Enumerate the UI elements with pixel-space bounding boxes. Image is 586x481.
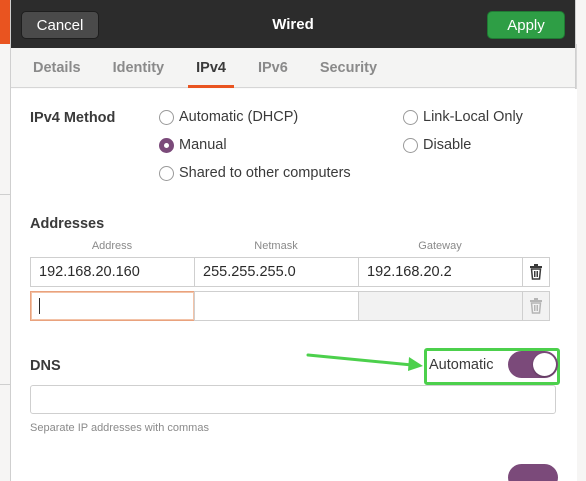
column-header-gateway: Gateway bbox=[418, 240, 462, 252]
dns-automatic-switch[interactable] bbox=[508, 351, 558, 378]
delete-address-button-disabled[interactable] bbox=[522, 291, 550, 321]
ipv4-settings-panel: IPv4 Method Automatic (DHCP) Manual Shar… bbox=[11, 89, 577, 481]
tab-security[interactable]: Security bbox=[304, 48, 393, 87]
radio-shared[interactable]: Shared to other computers bbox=[159, 165, 351, 181]
tab-ipv6[interactable]: IPv6 bbox=[242, 48, 304, 87]
tab-bar: Details Identity IPv4 IPv6 Security bbox=[11, 48, 575, 88]
column-header-netmask: Netmask bbox=[254, 240, 298, 252]
tab-details[interactable]: Details bbox=[17, 48, 97, 87]
dns-title: DNS bbox=[30, 358, 61, 374]
netmask-input-empty[interactable] bbox=[194, 291, 359, 321]
trash-icon bbox=[530, 298, 542, 314]
background-right-panel bbox=[576, 44, 586, 481]
netmask-input[interactable]: 255.255.255.0 bbox=[194, 257, 359, 287]
radio-indicator bbox=[159, 109, 174, 125]
radio-indicator-checked bbox=[159, 137, 174, 153]
switch-knob bbox=[533, 353, 556, 376]
dialog-title: Wired bbox=[272, 15, 314, 33]
radio-disable[interactable]: Disable bbox=[403, 137, 471, 153]
cancel-button[interactable]: Cancel bbox=[21, 11, 99, 39]
tab-ipv4[interactable]: IPv4 bbox=[180, 48, 242, 88]
addresses-title: Addresses bbox=[30, 216, 105, 232]
trash-icon bbox=[530, 264, 542, 280]
radio-label: Automatic (DHCP) bbox=[179, 109, 299, 125]
ipv4-method-label: IPv4 Method bbox=[30, 110, 116, 126]
annotation-arrow-icon bbox=[306, 353, 423, 371]
wired-settings-dialog: Cancel Wired Apply Details Identity IPv4… bbox=[10, 0, 577, 481]
address-input-empty[interactable] bbox=[30, 291, 195, 321]
radio-manual[interactable]: Manual bbox=[159, 137, 227, 153]
radio-automatic-dhcp[interactable]: Automatic (DHCP) bbox=[159, 109, 298, 125]
gateway-input[interactable]: 192.168.20.2 bbox=[358, 257, 523, 287]
radio-link-local-only[interactable]: Link-Local Only bbox=[403, 109, 523, 125]
routes-automatic-switch[interactable] bbox=[508, 464, 558, 481]
radio-indicator bbox=[403, 109, 418, 125]
radio-label: Disable bbox=[423, 137, 472, 153]
address-row-empty bbox=[30, 291, 550, 321]
radio-indicator bbox=[403, 137, 418, 153]
text-caret bbox=[39, 298, 40, 314]
header-bar: Cancel Wired Apply bbox=[11, 0, 575, 48]
delete-address-button[interactable] bbox=[522, 257, 550, 287]
radio-label: Shared to other computers bbox=[179, 165, 351, 181]
dns-servers-input[interactable] bbox=[30, 385, 556, 414]
radio-indicator bbox=[159, 165, 174, 181]
address-input[interactable]: 192.168.20.160 bbox=[30, 257, 195, 287]
address-row: 192.168.20.160 255.255.255.0 192.168.20.… bbox=[30, 257, 550, 287]
gateway-input-empty[interactable] bbox=[358, 291, 523, 321]
radio-label: Manual bbox=[179, 137, 227, 153]
dns-hint: Separate IP addresses with commas bbox=[30, 422, 209, 434]
column-header-address: Address bbox=[91, 240, 133, 252]
dns-automatic-label: Automatic bbox=[429, 357, 494, 373]
tab-identity[interactable]: Identity bbox=[97, 48, 181, 87]
apply-button[interactable]: Apply bbox=[487, 11, 565, 39]
radio-label: Link-Local Only bbox=[423, 109, 523, 125]
